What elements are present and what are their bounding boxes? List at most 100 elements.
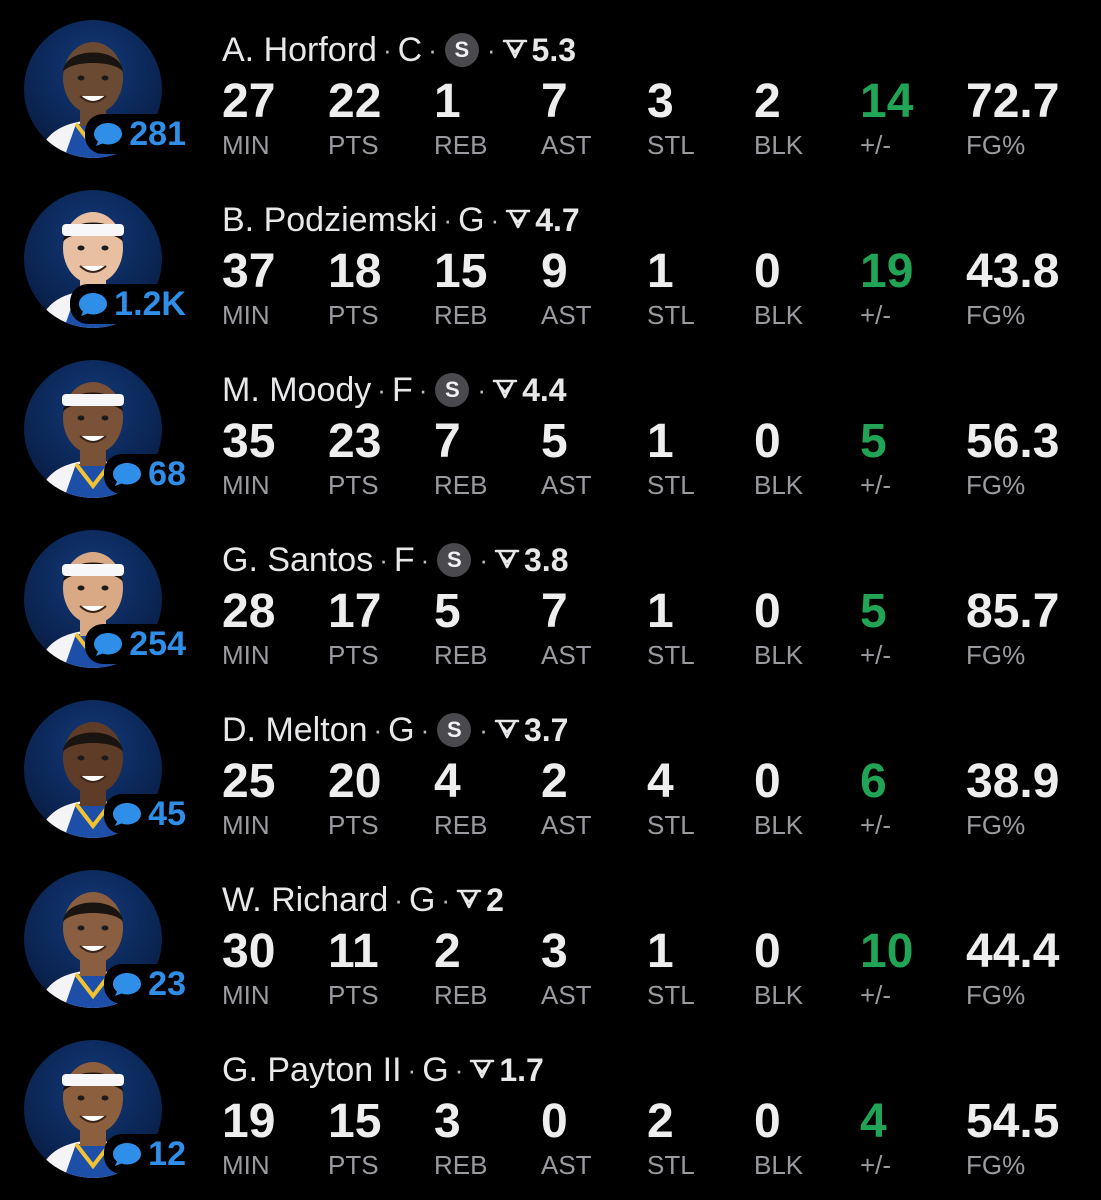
separator-dot: · (418, 374, 428, 405)
stat-value: 72.7 (966, 75, 1060, 128)
stat-value: 19 (860, 245, 914, 298)
speech-bubble-icon (78, 291, 108, 317)
stat-label: +/- (860, 640, 892, 670)
stat-value: 7 (434, 415, 461, 468)
stat-value: 3 (647, 75, 674, 128)
stat-reb: 2 REB (434, 924, 487, 1024)
stat-label: FG% (966, 810, 1026, 840)
separator-dot: · (479, 544, 488, 575)
stat-min: 27 MIN (222, 74, 275, 174)
stat-value: 22 (328, 75, 382, 128)
player-rating: 5.3 (531, 31, 577, 68)
stat-value: 0 (754, 755, 781, 808)
comment-pill: 12 (104, 1134, 188, 1174)
stat-value: 4 (434, 755, 461, 808)
comment-badge[interactable]: 23 (0, 964, 188, 1004)
player-name[interactable]: G. Santos (222, 541, 373, 580)
starter-badge: S (437, 713, 472, 747)
comment-badge[interactable]: 68 (0, 454, 188, 494)
player-row[interactable]: 23 W. Richard · G · 2 30 MIN 11 PTS 2 REB 3 AST 1 STL 0 B… (0, 854, 1101, 1024)
comment-badge[interactable]: 1.2K (0, 284, 188, 324)
stat-label: MIN (222, 470, 270, 500)
comment-badge[interactable]: 254 (0, 624, 188, 664)
stat-label: PTS (328, 980, 379, 1010)
stat-value: 11 (328, 925, 379, 978)
stat-pts: 11 PTS (328, 924, 379, 1024)
stat-blk: 0 BLK (754, 1094, 803, 1194)
stat-stl: 1 STL (647, 924, 695, 1024)
comment-count: 45 (148, 795, 186, 833)
stat-label: STL (647, 1150, 695, 1180)
stat-value: 37 (222, 245, 276, 298)
comment-pill: 23 (104, 964, 188, 1004)
stat-label: BLK (754, 980, 804, 1010)
stat-label: PTS (328, 470, 379, 500)
stat-blk: 0 BLK (754, 754, 803, 854)
player-name[interactable]: M. Moody (222, 371, 371, 410)
speech-bubble-icon (112, 801, 142, 827)
player-position: G (458, 200, 485, 239)
stat-value: 0 (754, 415, 781, 468)
separator-dot: · (420, 544, 430, 575)
stat-value: 1 (647, 415, 674, 468)
stat-blk: 0 BLK (754, 244, 803, 344)
pulse-chevron-icon (456, 881, 486, 920)
comment-badge[interactable]: 281 (0, 114, 188, 154)
stat-ast: 5 AST (541, 414, 592, 514)
player-name[interactable]: A. Horford (222, 31, 377, 70)
stat-label: FG% (966, 300, 1026, 330)
player-rating: 2 (486, 881, 504, 918)
stat-value: 1 (434, 75, 461, 128)
player-rating: 3.8 (524, 541, 569, 578)
stat-label: PTS (328, 130, 379, 160)
stat-value: 85.7 (966, 585, 1060, 638)
player-name[interactable]: D. Melton (222, 711, 368, 750)
stat-label: FG% (966, 980, 1026, 1010)
stat-value: 54.5 (966, 1095, 1060, 1148)
stat-label: PTS (328, 640, 379, 670)
stat-label: FG% (966, 640, 1026, 670)
stat-value: 2 (754, 75, 781, 128)
separator-dot: · (441, 884, 451, 915)
player-row[interactable]: 68 M. Moody · F · S · 4.4 35 MIN 23 PTS 7 REB 5 AST 1 STL… (0, 344, 1101, 514)
stat-value: 2 (541, 755, 568, 808)
player-stats-list: 281 A. Horford · C · S · 5.3 27 MIN 22 PTS 1 REB 7 AST 3… (0, 0, 1101, 1200)
player-rating: 1.7 (499, 1051, 544, 1088)
stat-value: 20 (328, 755, 382, 808)
stat-value: 7 (541, 585, 568, 638)
comment-badge[interactable]: 45 (0, 794, 188, 834)
stat-label: PTS (328, 1150, 379, 1180)
stat-pts: 18 PTS (328, 244, 381, 344)
stat-stl: 4 STL (647, 754, 695, 854)
player-name[interactable]: G. Payton II (222, 1051, 402, 1090)
stat-ast: 2 AST (541, 754, 592, 854)
player-row[interactable]: 45 D. Melton · G · S · 3.7 25 MIN 20 PTS 4 REB 2 AST 4 ST… (0, 684, 1101, 854)
stat-value: 27 (222, 75, 276, 128)
stat-stl: 1 STL (647, 584, 695, 684)
player-row[interactable]: 254 G. Santos · F · S · 3.8 28 MIN 17 PTS 5 REB 7 AST 1 S… (0, 514, 1101, 684)
separator-dot: · (479, 714, 488, 745)
pulse-chevron-icon (492, 371, 522, 410)
stat-min: 37 MIN (222, 244, 275, 344)
player-row[interactable]: 1.2K B. Podziemski · G · 4.7 37 MIN 18 PTS 15 REB 9 A… (0, 174, 1101, 344)
stat-value: 35 (222, 415, 276, 468)
player-row[interactable]: 281 A. Horford · C · S · 5.3 27 MIN 22 PTS 1 REB 7 AST 3… (0, 4, 1101, 174)
stat-stl: 2 STL (647, 1094, 695, 1194)
stat-value: 56.3 (966, 415, 1060, 468)
player-row[interactable]: 12 G. Payton II · G · 1.7 19 MIN 15 PTS 3 REB 0 AST 2 S… (0, 1024, 1101, 1194)
player-header: M. Moody · F · S · 4.4 (222, 368, 567, 412)
stat-blk: 2 BLK (754, 74, 803, 174)
comment-count: 68 (148, 455, 186, 493)
player-name[interactable]: W. Richard (222, 881, 388, 920)
stat-label: STL (647, 130, 695, 160)
player-name[interactable]: B. Podziemski (222, 201, 437, 240)
stat-label: STL (647, 300, 695, 330)
stat-label: STL (647, 470, 695, 500)
comment-badge[interactable]: 12 (0, 1134, 188, 1174)
pulse-chevron-icon (494, 711, 524, 750)
pulse-chevron-icon (502, 31, 532, 70)
separator-dot: · (490, 204, 500, 235)
stat-stl: 1 STL (647, 244, 695, 344)
player-position: G (408, 880, 436, 919)
player-position: C (397, 30, 423, 69)
